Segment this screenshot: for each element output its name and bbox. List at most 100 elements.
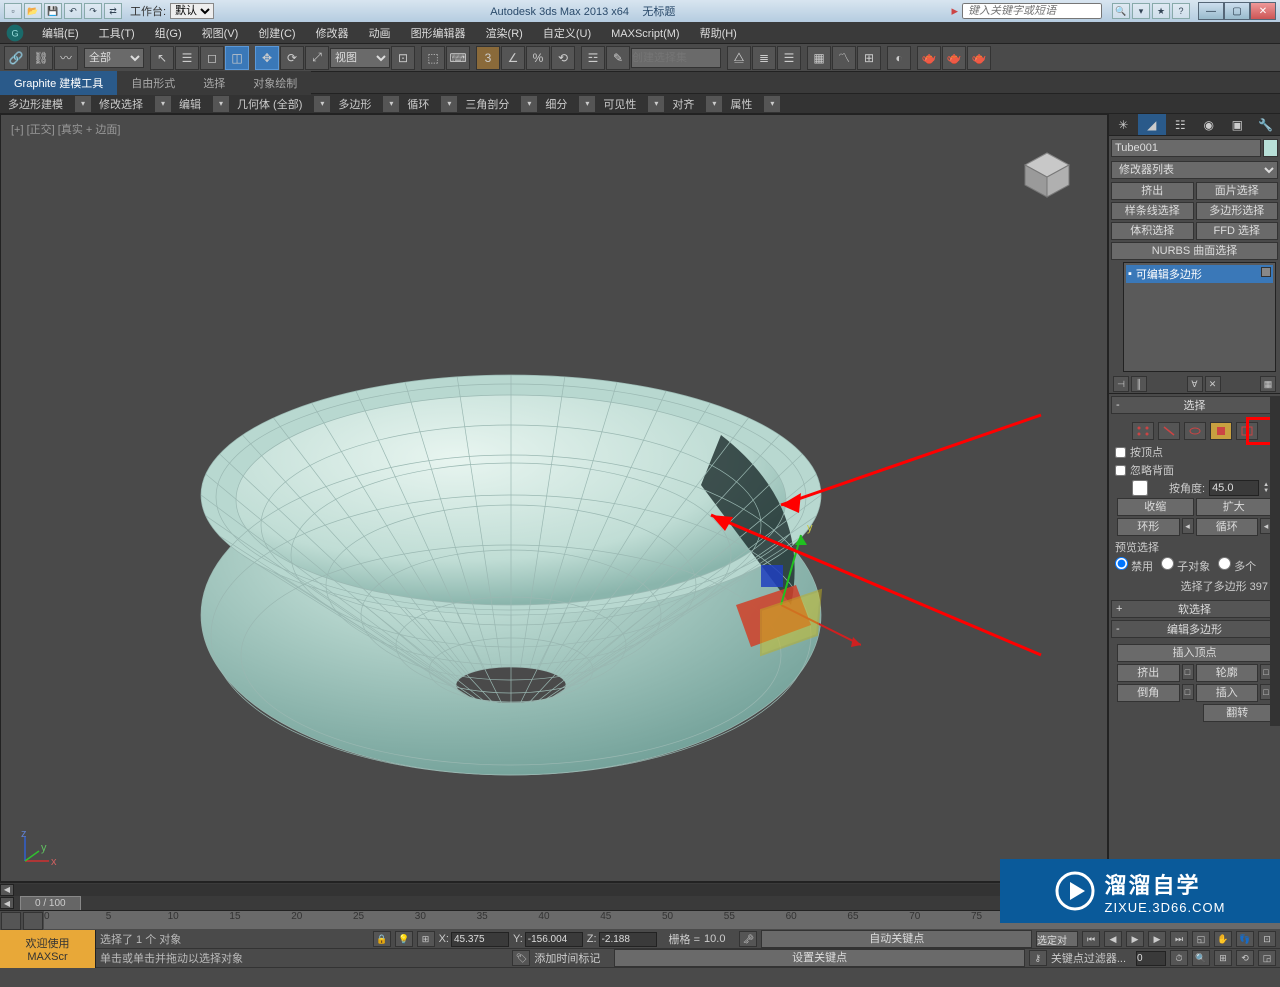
help-icon[interactable]: ? xyxy=(1172,3,1190,19)
expand-icon[interactable]: ▪ xyxy=(1128,268,1132,280)
shrink-button[interactable]: 收缩 xyxy=(1117,498,1194,516)
selection-set-input[interactable] xyxy=(631,48,721,68)
key-filter-button[interactable]: 关键点过滤器... xyxy=(1051,950,1126,966)
ribbon-panel[interactable]: 对齐 xyxy=(664,93,702,115)
outline-button[interactable]: 轮廓 xyxy=(1196,664,1259,682)
ribbon-tab[interactable]: 自由形式 xyxy=(117,71,189,95)
rotate-icon[interactable]: ⟳ xyxy=(280,46,304,70)
viewport[interactable]: [+] [正交] [真实 + 边面] xyxy=(0,114,1108,882)
viewcube[interactable] xyxy=(1017,145,1077,205)
menu-动画[interactable]: 动画 xyxy=(359,25,401,43)
insert-vertex-button[interactable]: 插入顶点 xyxy=(1117,644,1272,662)
scroll-left-icon[interactable]: ◀ xyxy=(0,884,14,896)
search-icon[interactable]: 🔍 xyxy=(1112,3,1130,19)
preview-subobj[interactable] xyxy=(1161,557,1174,570)
ribbon-panel[interactable]: 三角剖分 xyxy=(457,93,517,115)
sel-target-input[interactable] xyxy=(1036,931,1078,947)
motion-tab-icon[interactable]: ◉ xyxy=(1195,114,1224,135)
by-vertex-check[interactable] xyxy=(1115,447,1126,458)
show-end-icon[interactable]: ║ xyxy=(1131,376,1147,392)
inset-button[interactable]: 插入 xyxy=(1196,684,1259,702)
polygon-mode-icon[interactable] xyxy=(1210,422,1232,440)
schematic-icon[interactable]: ⊞ xyxy=(857,46,881,70)
loop-button[interactable]: 循环 xyxy=(1196,518,1259,536)
layers-icon[interactable]: ☰ xyxy=(777,46,801,70)
keymode-icon[interactable]: ⚷ xyxy=(1029,950,1047,966)
xform-type-icon[interactable]: ⊞ xyxy=(417,931,435,947)
bevel-button[interactable]: 倒角 xyxy=(1117,684,1180,702)
create-tab-icon[interactable]: ✳ xyxy=(1109,114,1138,135)
ref-coord-dropdown[interactable]: 视图 xyxy=(330,48,390,68)
vp-orbit-icon[interactable]: ⟲ xyxy=(1236,950,1254,966)
configure-icon[interactable]: ▦ xyxy=(1260,376,1276,392)
play-end-icon[interactable]: ⏭ xyxy=(1170,931,1188,947)
modifier-list-dropdown[interactable]: 修改器列表 xyxy=(1111,161,1278,179)
chevron-down-icon[interactable]: ▾ xyxy=(764,96,780,112)
vp-pan-icon[interactable]: ✋ xyxy=(1214,931,1232,947)
select-manip-icon[interactable]: ⬚ xyxy=(421,46,445,70)
ignore-backface-check[interactable] xyxy=(1115,465,1126,476)
pivot-icon[interactable]: ⊡ xyxy=(391,46,415,70)
menu-MAXScript(M)[interactable]: MAXScript(M) xyxy=(601,25,689,43)
ribbon-panel[interactable]: 多边形 xyxy=(330,93,379,115)
vertex-mode-icon[interactable] xyxy=(1132,422,1154,440)
workspace-dropdown[interactable]: 默认 xyxy=(170,3,214,19)
coord-z[interactable] xyxy=(599,932,657,947)
select-region-icon[interactable]: ◻ xyxy=(200,46,224,70)
menu-编辑(E)[interactable]: 编辑(E) xyxy=(32,25,89,43)
window-crossing-icon[interactable]: ◫ xyxy=(225,46,249,70)
bind-space-warp-icon[interactable]: 〰 xyxy=(54,46,78,70)
pin-stack-icon[interactable]: ⊣ xyxy=(1113,376,1129,392)
named-sel-edit-icon[interactable]: ✎ xyxy=(606,46,630,70)
stack-item[interactable]: ▪ 可编辑多边形 xyxy=(1126,265,1273,283)
keyboard-shortcut-icon[interactable]: ⌨ xyxy=(446,46,470,70)
percent-snap-icon[interactable]: % xyxy=(526,46,550,70)
ribbon-toggle-icon[interactable]: ▦ xyxy=(807,46,831,70)
material-editor-icon[interactable]: ◐ xyxy=(887,46,911,70)
curve-editor-icon[interactable]: 〽 xyxy=(832,46,856,70)
time-thumb[interactable]: 0 / 100 xyxy=(20,896,81,911)
ribbon-panel[interactable]: 属性 xyxy=(722,93,760,115)
ribbon-panel[interactable]: 修改选择 xyxy=(91,93,151,115)
vp-max-icon[interactable]: ◲ xyxy=(1258,950,1276,966)
rollout-softsel[interactable]: +软选择 xyxy=(1111,600,1278,618)
vp-walk-icon[interactable]: 👣 xyxy=(1236,931,1254,947)
stack-light-icon[interactable] xyxy=(1261,267,1271,277)
ribbon-panel[interactable]: 几何体 (全部) xyxy=(229,93,310,115)
render-icon[interactable]: 🫖 xyxy=(967,46,991,70)
move-icon[interactable]: ✥ xyxy=(255,46,279,70)
render-setup-icon[interactable]: 🫖 xyxy=(917,46,941,70)
coord-x[interactable] xyxy=(451,932,509,947)
chevron-down-icon[interactable]: ▾ xyxy=(213,96,229,112)
modifier-preset-button[interactable]: 挤出 xyxy=(1111,182,1194,200)
open-icon[interactable]: 📂 xyxy=(24,3,42,19)
ribbon-panel[interactable]: 多边形建模 xyxy=(0,93,71,115)
preview-disable[interactable] xyxy=(1115,557,1128,570)
rollout-editpoly[interactable]: -编辑多边形 xyxy=(1111,620,1278,638)
unlink-tool-icon[interactable]: ⛓ xyxy=(29,46,53,70)
flip-button[interactable]: 翻转 xyxy=(1203,704,1273,722)
coord-y[interactable] xyxy=(525,932,583,947)
time-prev-icon[interactable]: ◀ xyxy=(0,897,14,909)
play-prev-icon[interactable]: ◀ xyxy=(1104,931,1122,947)
extrude-button[interactable]: 挤出 xyxy=(1117,664,1180,682)
modifier-preset-button[interactable]: 面片选择 xyxy=(1196,182,1279,200)
add-time-tag[interactable]: 添加时间标记 xyxy=(534,950,600,966)
utilities-tab-icon[interactable]: 🔧 xyxy=(1252,114,1280,135)
mirror-icon[interactable]: ⧋ xyxy=(727,46,751,70)
menu-组(G)[interactable]: 组(G) xyxy=(145,25,192,43)
vp-zoom-icon[interactable]: 🔍 xyxy=(1192,950,1210,966)
named-sel-icon[interactable]: ☲ xyxy=(581,46,605,70)
panel-scrollbar[interactable] xyxy=(1270,396,1280,726)
chevron-down-icon[interactable]: ▾ xyxy=(648,96,664,112)
bevel-opt[interactable]: □ xyxy=(1182,684,1194,700)
menu-视图(V)[interactable]: 视图(V) xyxy=(192,25,249,43)
ring-button[interactable]: 环形 xyxy=(1117,518,1180,536)
chevron-down-icon[interactable]: ▾ xyxy=(314,96,330,112)
ribbon-panel[interactable]: 编辑 xyxy=(171,93,209,115)
menu-创建(C)[interactable]: 创建(C) xyxy=(248,25,305,43)
edge-mode-icon[interactable] xyxy=(1158,422,1180,440)
scale-icon[interactable]: ⤢ xyxy=(305,46,329,70)
by-angle-check[interactable] xyxy=(1115,480,1165,496)
display-tab-icon[interactable]: ▣ xyxy=(1223,114,1252,135)
